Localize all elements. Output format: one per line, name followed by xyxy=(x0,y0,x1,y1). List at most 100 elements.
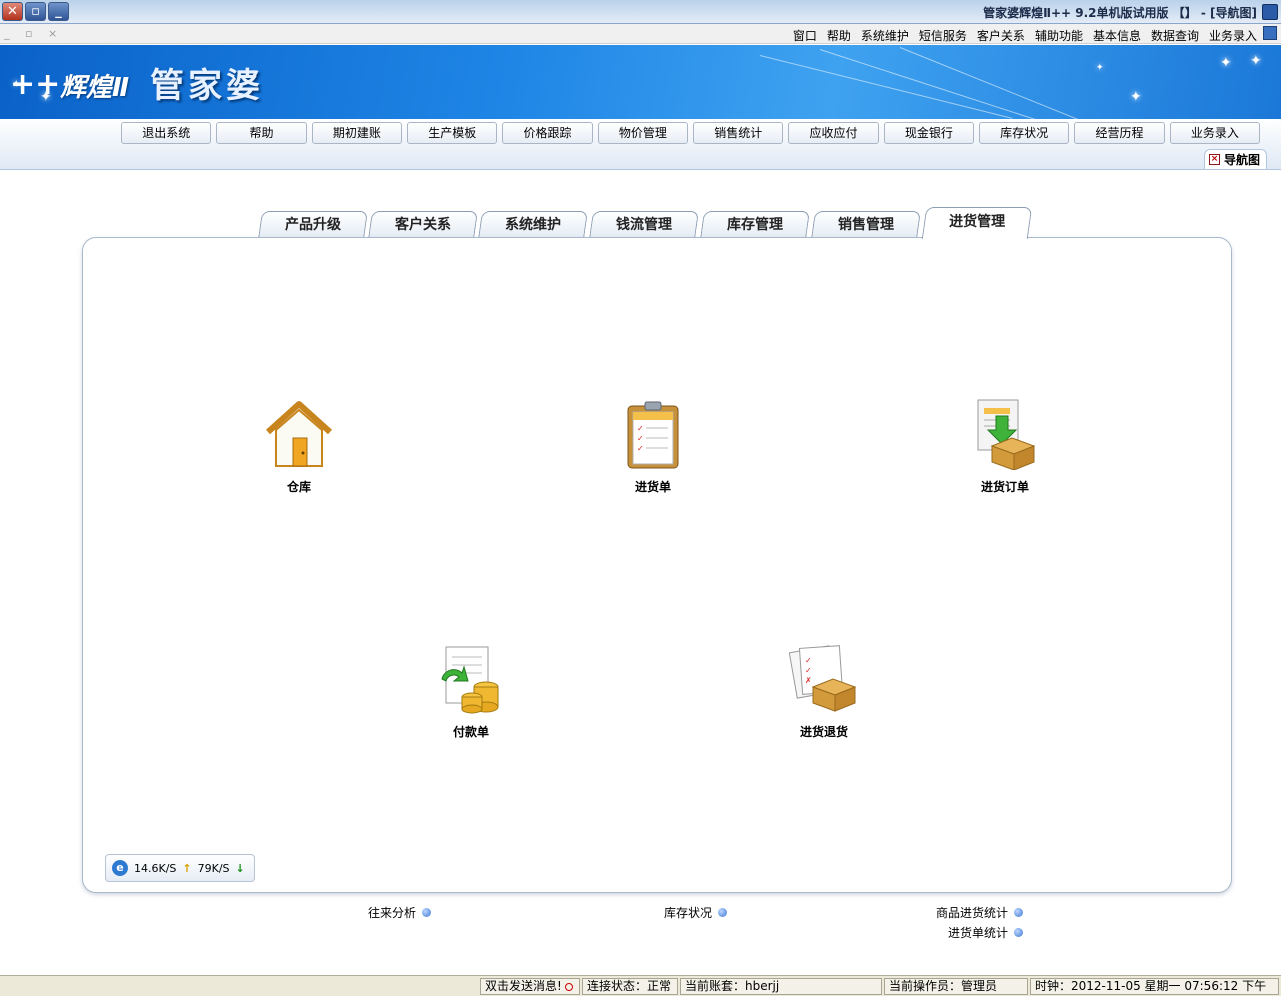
tab-maintenance[interactable]: 系统维护 xyxy=(478,211,588,239)
order-box-icon xyxy=(970,398,1040,471)
menu-list: 业务录入 数据查询 基本信息 辅助功能 客户关系 短信服务 系统维护 帮助 窗口 xyxy=(793,27,1257,44)
star-icon: ✦ xyxy=(1220,55,1232,71)
star-icon: ✦ xyxy=(40,89,52,105)
link-purchase-bill-stats[interactable]: 进货单统计 xyxy=(948,924,1024,941)
link-stock-status[interactable]: 库存状况 xyxy=(664,904,728,921)
logo-sub-text: 辉煌Ⅱ xyxy=(60,73,130,103)
toolbar-buttons: 业务录入 经营历程 库存状况 现金银行 应收应付 销售统计 物价管理 价格跟踪 … xyxy=(121,122,1260,144)
tab-upgrade[interactable]: 产品升级 xyxy=(258,211,368,239)
tool-button-price[interactable]: 物价管理 xyxy=(597,122,689,144)
house-icon xyxy=(264,398,334,470)
func-purchase-bill[interactable]: ✓ ✓ ✓ 进货单 xyxy=(593,398,713,495)
status-clock: 时钟：2012-11-05 星期一 07:56:12 下午 xyxy=(1030,978,1279,995)
close-window-button[interactable]: ✕ xyxy=(2,2,23,21)
logo-text: 管家婆 xyxy=(150,66,264,106)
doc-tab-label: 导航图 xyxy=(1223,153,1260,167)
func-warehouse[interactable]: 仓库 xyxy=(239,398,359,495)
menu-item-aux[interactable]: 辅助功能 xyxy=(1035,27,1083,44)
menu-item-query[interactable]: 数据查询 xyxy=(1151,27,1199,44)
menu-item-entry[interactable]: 业务录入 xyxy=(1209,27,1257,44)
app-window: ✕ ▫ _ 管家婆辉煌Ⅱ++ 9.2单机版试用版 【】 - [导航图] _ ▫ … xyxy=(0,0,1281,996)
tool-button-price-track[interactable]: 价格跟踪 xyxy=(502,122,593,144)
tab-label: 库存管理 xyxy=(727,217,783,233)
return-box-icon: ✓ ✓ ✗ xyxy=(788,643,859,715)
restore-window-button[interactable]: ▫ xyxy=(25,2,46,21)
star-icon: ✦ xyxy=(12,79,21,90)
link-label: 库存状况 xyxy=(664,906,713,920)
network-speed-widget[interactable]: e 14.6K/S ↑ 79K/S ↓ xyxy=(105,854,255,882)
menu-item-help[interactable]: 帮助 xyxy=(827,27,851,44)
status-connection: 连接状态：正常 xyxy=(582,978,678,995)
svg-text:✓: ✓ xyxy=(637,444,644,453)
tab-crm[interactable]: 客户关系 xyxy=(368,211,478,239)
func-label: 进货单 xyxy=(634,480,671,494)
svg-text:✓: ✓ xyxy=(805,656,812,665)
banner-streak xyxy=(819,49,1106,119)
tool-button-help[interactable]: 帮助 xyxy=(216,122,307,144)
banner-streak xyxy=(759,55,1013,119)
tab-label: 产品升级 xyxy=(285,217,341,233)
tab-label: 进货管理 xyxy=(949,214,1006,230)
close-icon[interactable]: × xyxy=(1208,154,1220,165)
message-dot-icon xyxy=(564,982,573,991)
func-label: 进货退货 xyxy=(799,725,848,739)
app-icon xyxy=(1262,4,1278,20)
tool-button-receivable[interactable]: 应收应付 xyxy=(788,122,879,144)
menu-item-window[interactable]: 窗口 xyxy=(793,27,817,44)
svg-text:✗: ✗ xyxy=(805,676,812,685)
window-title: 管家婆辉煌Ⅱ++ 9.2单机版试用版 【】 - [导航图] xyxy=(983,6,1257,20)
status-operator: 当前操作员：管理员 xyxy=(884,978,1028,995)
menu-item-basic-info[interactable]: 基本信息 xyxy=(1093,27,1141,44)
svg-text:✓: ✓ xyxy=(637,424,644,433)
tab-cashflow[interactable]: 钱流管理 xyxy=(589,211,699,239)
svg-text:✓: ✓ xyxy=(805,666,812,675)
tool-button-history[interactable]: 经营历程 xyxy=(1074,122,1165,144)
svg-text:✓: ✓ xyxy=(637,434,644,443)
bullet-icon xyxy=(718,908,728,917)
navigation-panel: 进货订单 ✓ ✓ ✓ 进货单 仓库 ✓ ✓ ✗ 进货退货 付款单 e 14.6K… xyxy=(82,237,1232,893)
tool-button-sales-stats[interactable]: 销售统计 xyxy=(693,122,784,144)
status-message-button[interactable]: 双击发送消息! xyxy=(480,978,580,995)
func-payment[interactable]: 付款单 xyxy=(411,643,531,740)
func-purchase-order[interactable]: 进货订单 xyxy=(945,398,1065,495)
banner: ++ 辉煌Ⅱ 管家婆 ✦ ✦ ✦ ✦ ✦ ✦ xyxy=(0,45,1281,119)
tab-sales[interactable]: 销售管理 xyxy=(811,211,921,239)
tool-button-entry[interactable]: 业务录入 xyxy=(1169,122,1260,144)
link-account-analysis[interactable]: 往来分析 xyxy=(368,904,432,921)
bullet-icon xyxy=(1014,928,1024,937)
arrow-down-icon: ↓ xyxy=(235,861,245,875)
module-tabs: 进货管理 销售管理 库存管理 钱流管理 系统维护 客户关系 产品升级 xyxy=(258,207,1033,239)
menu-bar: _ ▫ × 业务录入 数据查询 基本信息 辅助功能 客户关系 短信服务 系统维护… xyxy=(0,24,1281,44)
tab-inventory[interactable]: 库存管理 xyxy=(700,211,810,239)
star-icon: ✦ xyxy=(1250,53,1262,69)
mdi-app-icon xyxy=(1263,26,1277,40)
star-icon: ✦ xyxy=(1096,63,1104,73)
tab-label: 钱流管理 xyxy=(616,217,672,233)
tool-button-opening[interactable]: 期初建账 xyxy=(311,122,403,144)
bullet-icon xyxy=(1014,908,1024,917)
status-bar: 时钟：2012-11-05 星期一 07:56:12 下午 当前操作员：管理员 … xyxy=(0,975,1281,996)
payment-coins-icon xyxy=(436,643,506,715)
ie-icon: e xyxy=(112,860,128,876)
tool-button-cash-bank[interactable]: 现金银行 xyxy=(883,122,975,144)
bullet-icon xyxy=(422,908,432,917)
tool-button-production[interactable]: 生产模板 xyxy=(407,122,498,144)
menu-item-maintenance[interactable]: 系统维护 xyxy=(861,27,909,44)
menu-item-sms[interactable]: 短信服务 xyxy=(919,27,967,44)
tool-button-stock[interactable]: 库存状况 xyxy=(979,122,1070,144)
mdi-controls[interactable]: _ ▫ × xyxy=(4,27,63,40)
arrow-up-icon: ↑ xyxy=(182,861,192,875)
tab-label: 系统维护 xyxy=(505,217,561,233)
tab-label: 客户关系 xyxy=(395,217,451,233)
star-icon: ✦ xyxy=(1130,89,1142,105)
upload-speed: 14.6K/S xyxy=(134,861,177,875)
tab-purchase[interactable]: 进货管理 xyxy=(921,207,1033,239)
minimize-window-button[interactable]: _ xyxy=(48,2,69,21)
download-speed: 79K/S xyxy=(197,861,230,875)
menu-item-crm[interactable]: 客户关系 xyxy=(977,27,1025,44)
doc-tab-navigation[interactable]: × 导航图 xyxy=(1203,149,1267,169)
tool-button-exit[interactable]: 退出系统 xyxy=(121,122,212,144)
link-goods-purchase-stats[interactable]: 商品进货统计 xyxy=(936,904,1024,921)
link-label: 商品进货统计 xyxy=(936,906,1009,920)
func-purchase-return[interactable]: ✓ ✓ ✗ 进货退货 xyxy=(764,643,884,740)
